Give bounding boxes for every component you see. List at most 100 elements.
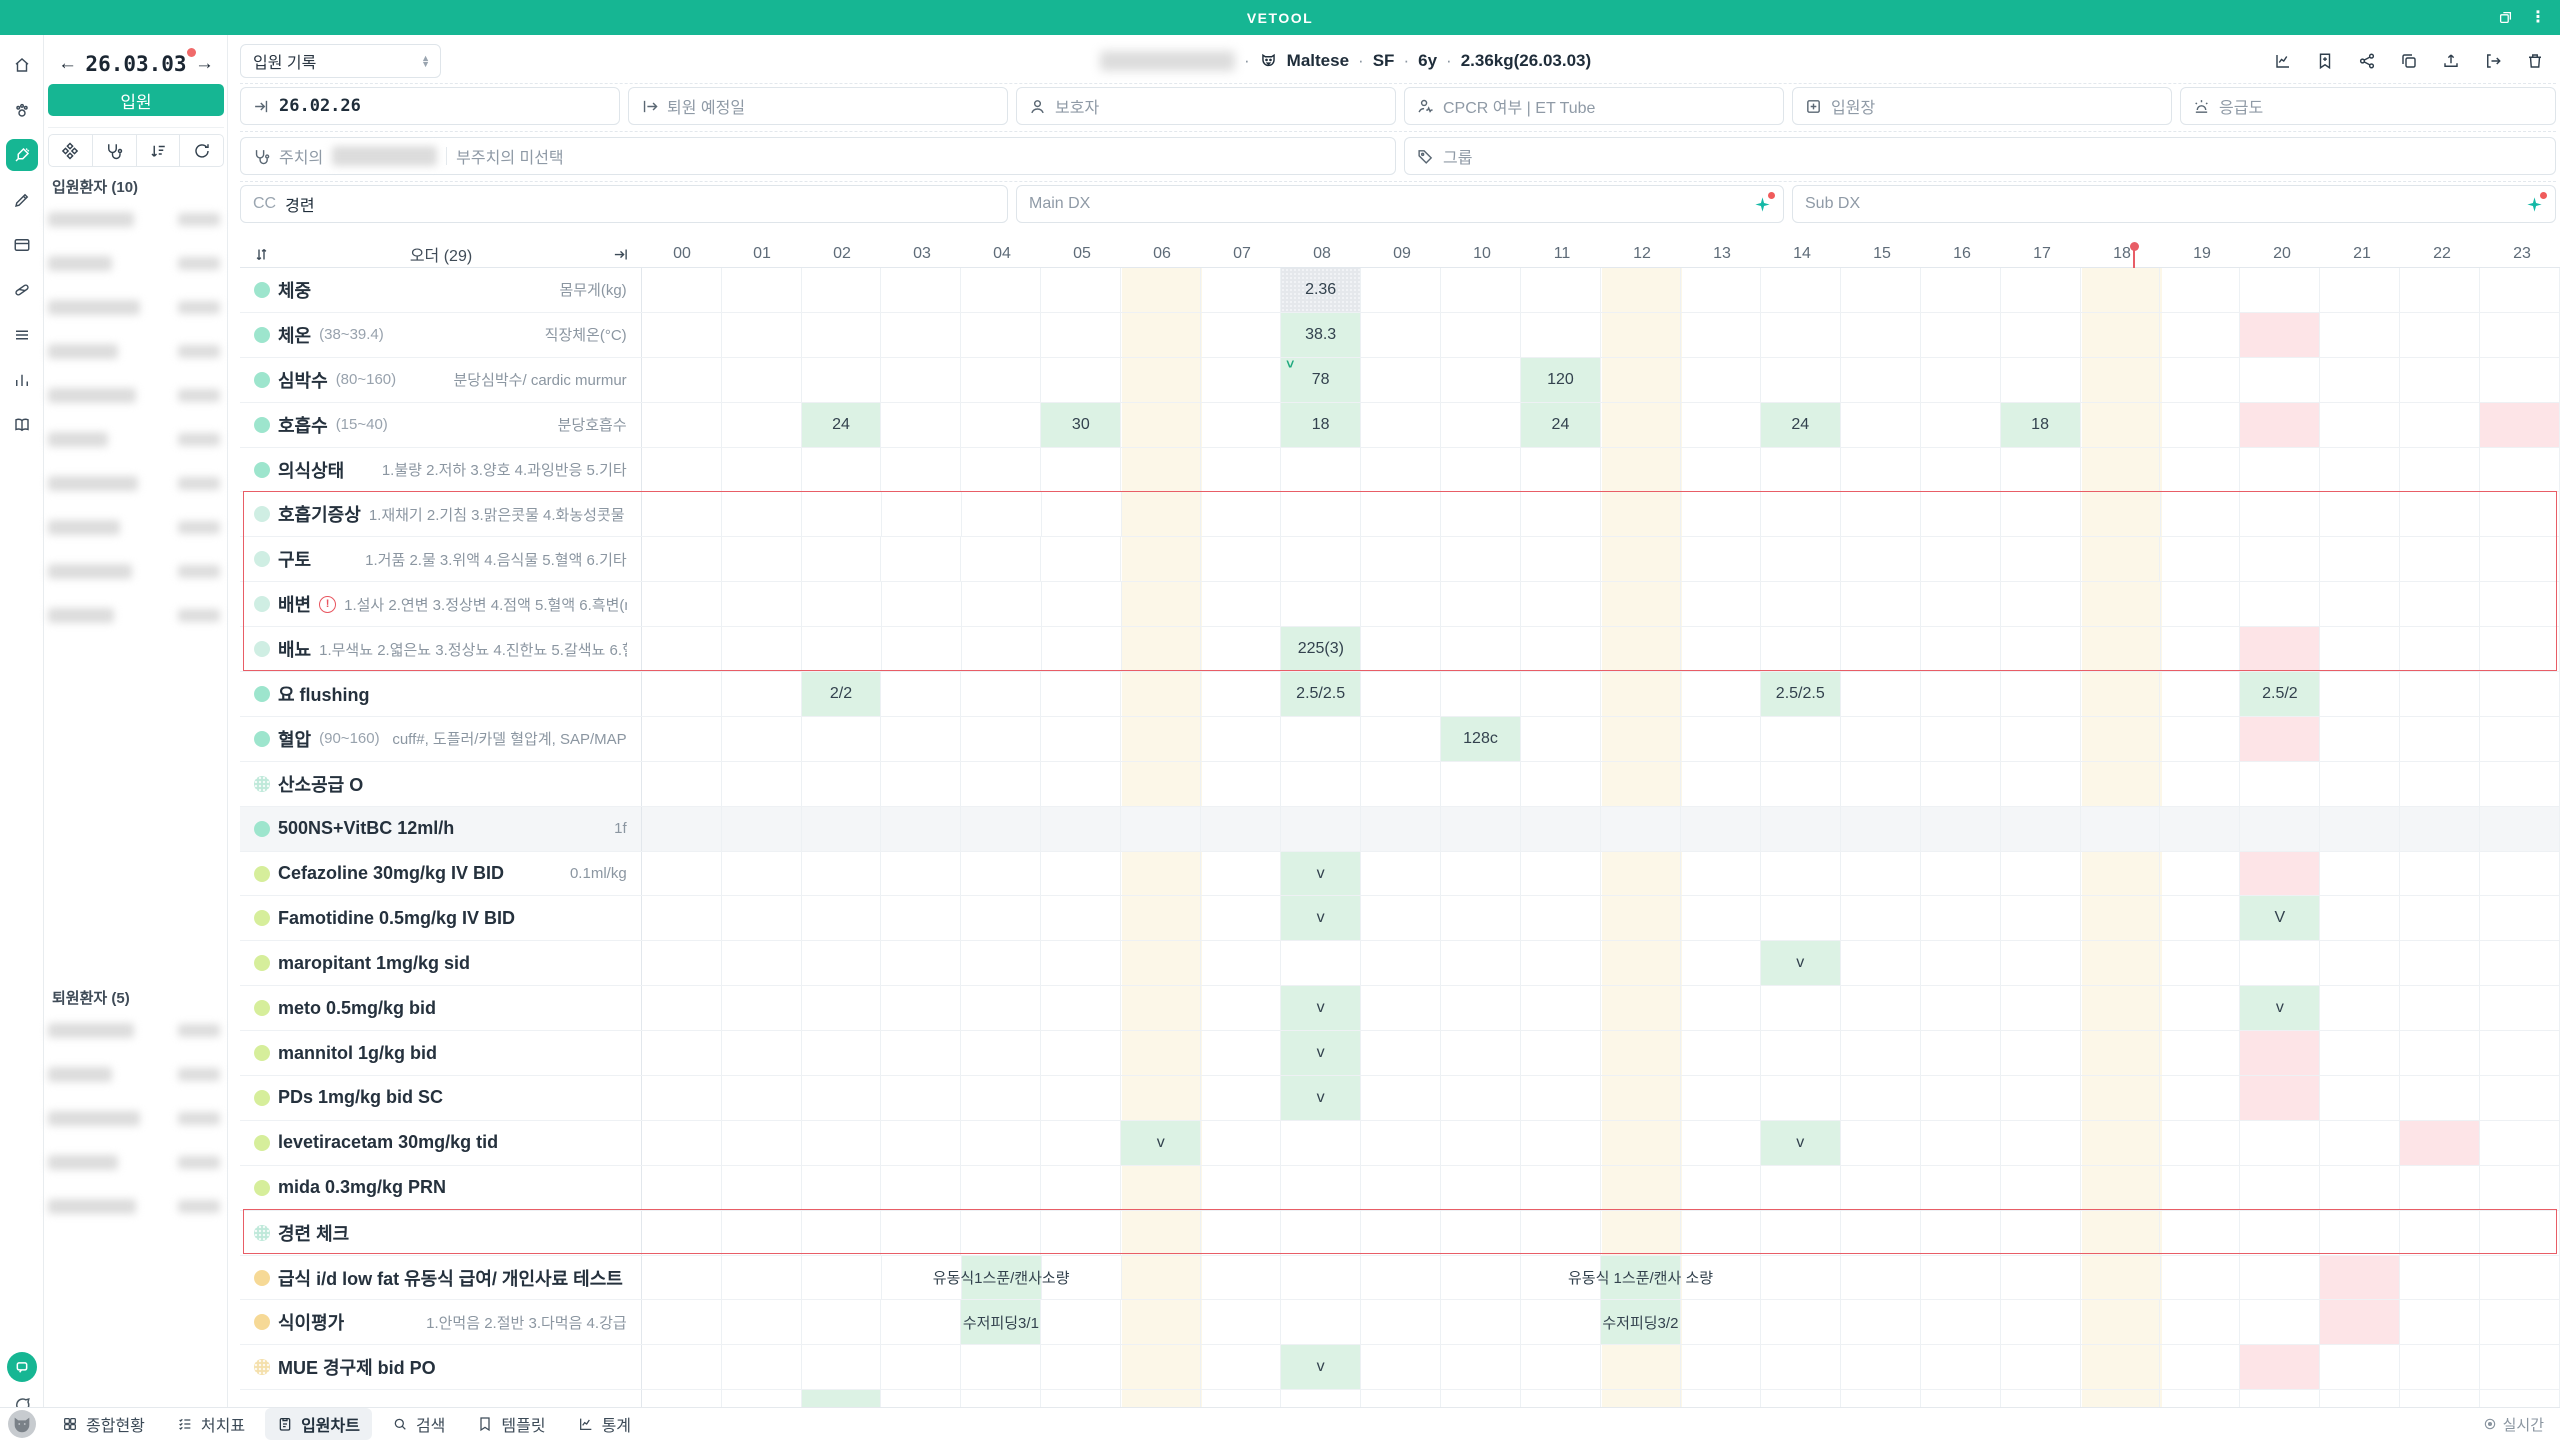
grid-cell-h09[interactable] xyxy=(1361,492,1441,536)
grid-cell-h18[interactable] xyxy=(2081,358,2161,402)
grid-cell-h08[interactable]: 18 xyxy=(1281,403,1361,447)
grid-cell-h12[interactable] xyxy=(1601,313,1681,357)
grid-cell-h15[interactable] xyxy=(1841,896,1921,940)
grid-cell-h08[interactable]: 2.5/2.5 xyxy=(1281,672,1361,716)
tab-입원차트[interactable]: 입원차트 xyxy=(265,1408,372,1440)
grid-cell-h02[interactable] xyxy=(802,1256,882,1300)
grid-cell-h09[interactable] xyxy=(1361,1211,1441,1255)
grid-cell-h01[interactable] xyxy=(722,313,802,357)
grid-cell-h18[interactable] xyxy=(2081,1345,2161,1389)
grid-cell-h12[interactable] xyxy=(1601,1345,1681,1389)
grid-cell-h07[interactable] xyxy=(1201,896,1281,940)
grid-cell-h15[interactable] xyxy=(1841,403,1921,447)
grid-cell-h14[interactable]: 2.5/2.5 xyxy=(1761,672,1841,716)
grid-cell-h04[interactable] xyxy=(962,492,1042,536)
grid-cell-h18[interactable] xyxy=(2081,762,2161,806)
grid-cell-h07[interactable] xyxy=(1201,627,1281,671)
grid-cell-h18[interactable] xyxy=(2081,1031,2161,1075)
grid-cell-h19[interactable] xyxy=(2161,627,2241,671)
grid-cell-h21[interactable] xyxy=(2320,672,2400,716)
rail-item-paw-icon[interactable] xyxy=(6,94,38,126)
grid-cell-h05[interactable] xyxy=(1042,492,1122,536)
help-widget-button[interactable] xyxy=(7,1352,37,1382)
grid-cell-h09[interactable] xyxy=(1361,1166,1441,1210)
grid-cell-h00[interactable] xyxy=(642,1031,722,1075)
grid-cell-h16[interactable] xyxy=(1921,537,2001,581)
grid-cell-h05[interactable] xyxy=(1041,852,1121,896)
grid-cell-h20[interactable] xyxy=(2240,852,2320,896)
grid-cell-h00[interactable] xyxy=(642,852,722,896)
grid-cell-h11[interactable] xyxy=(1521,1166,1601,1210)
grid-cell-h07[interactable] xyxy=(1201,403,1281,447)
grid-cell-h16[interactable] xyxy=(1921,672,2001,716)
grid-cell-h16[interactable] xyxy=(1921,717,2001,761)
grid-cell-h15[interactable] xyxy=(1841,1211,1921,1255)
grid-cell-h19[interactable] xyxy=(2160,448,2240,492)
order-label-cell[interactable]: maropitant 1mg/kg sid xyxy=(240,941,642,985)
order-label-cell[interactable]: 체중몸무게(kg) xyxy=(240,268,642,312)
grid-cell-h04[interactable] xyxy=(961,1211,1041,1255)
grid-cell-h03[interactable] xyxy=(881,762,961,806)
grid-cell-h04[interactable] xyxy=(961,268,1041,312)
grid-cell-h23[interactable] xyxy=(2480,986,2560,1030)
grid-cell-h15[interactable] xyxy=(1841,1121,1921,1165)
grid-cell-h20[interactable] xyxy=(2240,1166,2320,1210)
grid-cell-h11[interactable] xyxy=(1521,1211,1601,1255)
grid-cell-h10[interactable] xyxy=(1441,268,1521,312)
grid-cell-h07[interactable] xyxy=(1201,986,1281,1030)
grid-cell-h13[interactable] xyxy=(1681,1076,1761,1120)
delete-icon[interactable] xyxy=(2526,52,2544,70)
grid-cell-h08[interactable] xyxy=(1281,1256,1361,1300)
grid-cell-h02[interactable] xyxy=(802,313,882,357)
grid-cell-h11[interactable] xyxy=(1521,941,1601,985)
grid-cell-h18[interactable] xyxy=(2081,1076,2161,1120)
grid-cell-h05[interactable] xyxy=(1041,268,1121,312)
patient-list-item[interactable] xyxy=(44,329,228,373)
grid-cell-h01[interactable] xyxy=(722,268,802,312)
grid-cell-h22[interactable] xyxy=(2400,627,2480,671)
grid-cell-h21[interactable] xyxy=(2320,1076,2400,1120)
grid-cell-h06[interactable] xyxy=(1121,1076,1201,1120)
grid-cell-h10[interactable] xyxy=(1441,941,1521,985)
grid-cell-h04[interactable] xyxy=(961,403,1041,447)
grid-cell-h20[interactable] xyxy=(2240,1390,2320,1407)
grid-cell-h07[interactable] xyxy=(1201,537,1281,581)
grid-cell-h19[interactable] xyxy=(2160,762,2240,806)
grid-cell-h13[interactable] xyxy=(1681,762,1761,806)
rail-item-pill-icon[interactable] xyxy=(6,274,38,306)
grid-cell-h18[interactable] xyxy=(2081,717,2161,761)
grid-cell-h17[interactable]: 18 xyxy=(2001,403,2081,447)
grid-cell-h23[interactable] xyxy=(2480,627,2560,671)
grid-cell-h10[interactable] xyxy=(1441,492,1521,536)
grid-cell-h07[interactable] xyxy=(1201,1390,1281,1407)
grid-cell-h01[interactable] xyxy=(722,1031,802,1075)
grid-cell-h18[interactable] xyxy=(2081,313,2161,357)
grid-cell-h10[interactable] xyxy=(1441,1166,1521,1210)
grid-cell-h01[interactable] xyxy=(722,1256,802,1300)
grid-cell-h11[interactable] xyxy=(1521,448,1601,492)
grid-cell-h00[interactable] xyxy=(642,1211,722,1255)
grid-cell-h19[interactable] xyxy=(2160,672,2240,716)
admit-button[interactable]: 입원 xyxy=(48,84,224,116)
grid-cell-h13[interactable] xyxy=(1681,1166,1761,1210)
grid-cell-h07[interactable] xyxy=(1201,1166,1281,1210)
grid-cell-h06[interactable] xyxy=(1121,313,1201,357)
grid-cell-h12[interactable] xyxy=(1601,941,1681,985)
export-icon[interactable] xyxy=(2442,52,2460,70)
grid-cell-h11[interactable] xyxy=(1521,1031,1601,1075)
grid-cell-h14[interactable] xyxy=(1761,807,1841,851)
grid-cell-h09[interactable] xyxy=(1361,1121,1441,1165)
grid-cell-h23[interactable] xyxy=(2480,313,2560,357)
grid-cell-h03[interactable] xyxy=(881,896,961,940)
grid-cell-h04[interactable] xyxy=(961,1121,1041,1165)
grid-cell-h22[interactable] xyxy=(2400,1031,2480,1075)
grid-cell-h06[interactable] xyxy=(1122,492,1202,536)
grid-cell-h11[interactable] xyxy=(1521,627,1601,671)
grid-cell-h08[interactable] xyxy=(1281,582,1361,626)
grid-cell-h07[interactable] xyxy=(1201,268,1281,312)
grid-cell-h12[interactable] xyxy=(1601,1121,1681,1165)
grid-cell-h03[interactable] xyxy=(881,1211,961,1255)
grid-cell-h01[interactable] xyxy=(722,1166,802,1210)
grid-cell-h16[interactable] xyxy=(1921,941,2001,985)
grid-cell-h21[interactable] xyxy=(2320,268,2400,312)
